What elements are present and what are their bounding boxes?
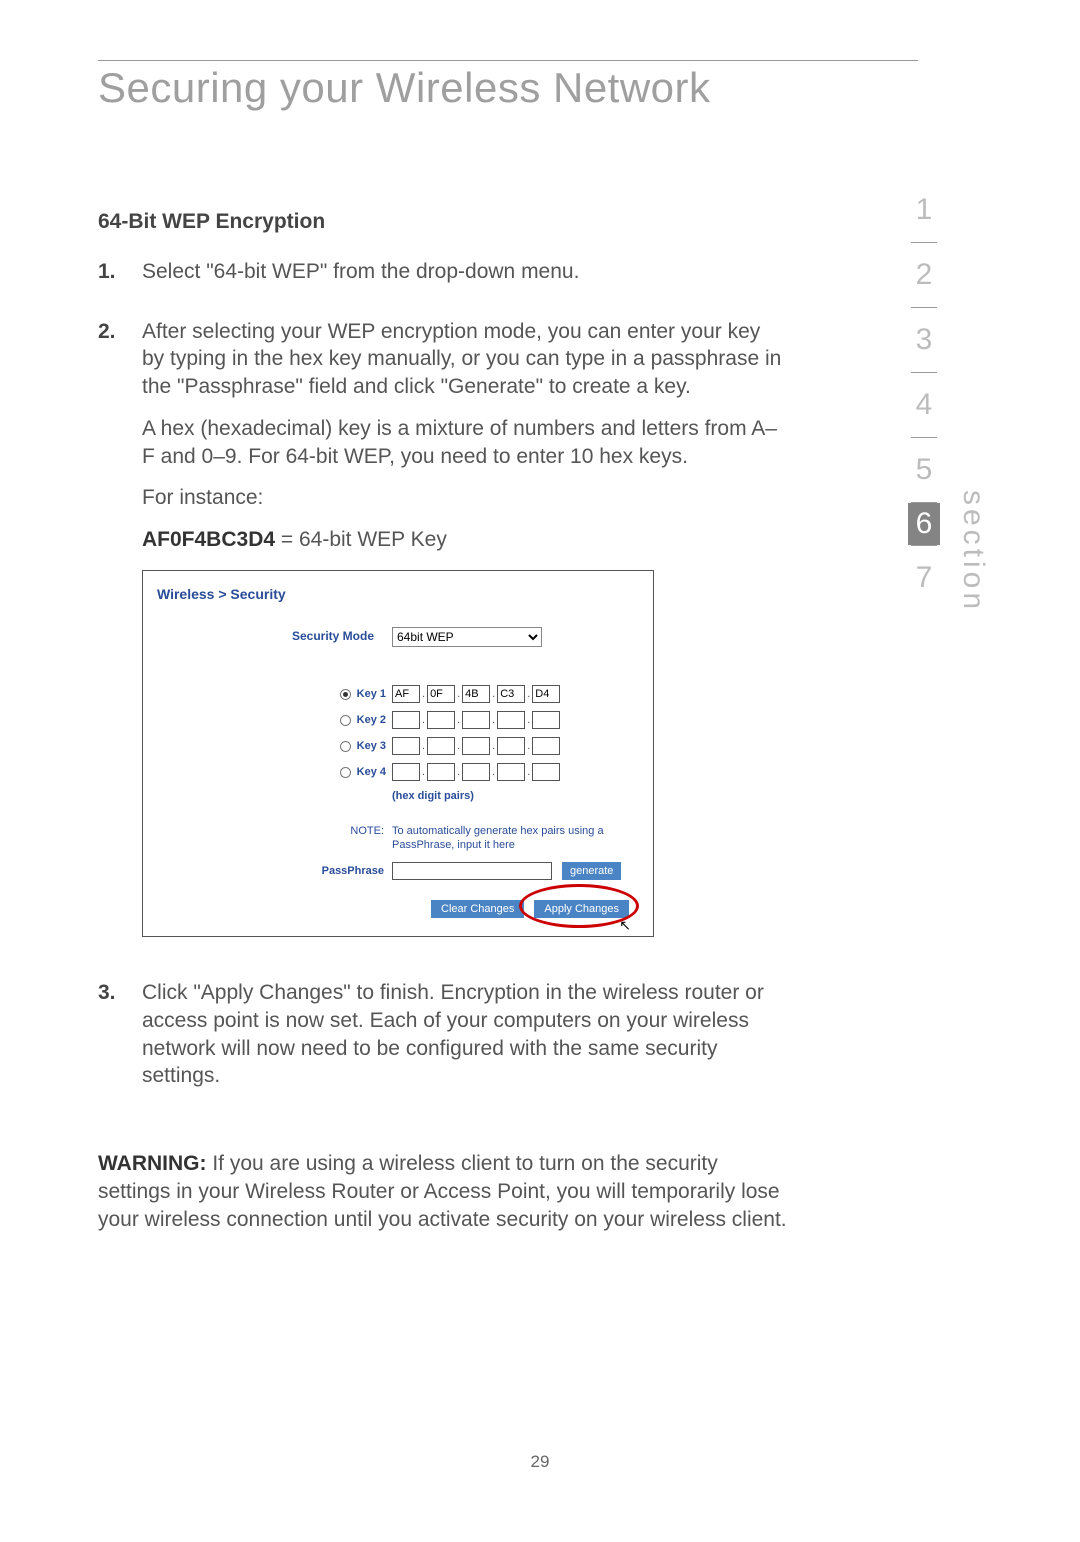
- key-label: Key 4: [357, 765, 386, 780]
- security-mode-row: Security Mode 64bit WEP: [157, 627, 639, 647]
- key-4-hex-5[interactable]: [532, 763, 560, 781]
- key-1-radio[interactable]: [340, 689, 351, 700]
- security-mode-select[interactable]: 64bit WEP: [392, 627, 542, 647]
- key-3-row: Key 3 . . . .: [157, 737, 639, 755]
- section-nav-4[interactable]: 4: [916, 373, 933, 437]
- key-3-hex-4[interactable]: [497, 737, 525, 755]
- example-key: AF0F4BC3D4 = 64-bit WEP Key: [142, 526, 788, 554]
- security-mode-label: Security Mode: [157, 629, 392, 645]
- key-2-hex-2[interactable]: [427, 711, 455, 729]
- clear-changes-button[interactable]: Clear Changes: [431, 900, 524, 918]
- key-3-radio[interactable]: [340, 741, 351, 752]
- key-1-hex-2[interactable]: [427, 685, 455, 703]
- generate-button[interactable]: generate: [562, 862, 621, 880]
- key-2-row: Key 2 . . . .: [157, 711, 639, 729]
- note-label: NOTE:: [157, 824, 392, 853]
- note-row: NOTE: To automatically generate hex pair…: [157, 824, 639, 853]
- key-1-hex-3[interactable]: [462, 685, 490, 703]
- section-label: section: [956, 490, 990, 613]
- key-4-hex-1[interactable]: [392, 763, 420, 781]
- key-2-radio[interactable]: [340, 715, 351, 726]
- step-number: 3.: [98, 979, 142, 1104]
- key-1-hex-4[interactable]: [497, 685, 525, 703]
- step-2: 2. After selecting your WEP encryption m…: [98, 318, 788, 962]
- section-nav-6[interactable]: 6: [908, 503, 940, 545]
- section-nav-2[interactable]: 2: [916, 243, 933, 307]
- button-row: Clear Changes Apply Changes ↖: [157, 900, 639, 918]
- key-3-hex-1[interactable]: [392, 737, 420, 755]
- step-text: After selecting your WEP encryption mode…: [142, 318, 788, 401]
- key-3-hex-2[interactable]: [427, 737, 455, 755]
- key-label: Key 2: [357, 713, 386, 728]
- passphrase-row: PassPhrase generate: [157, 862, 639, 880]
- router-config-panel: Wireless > Security Security Mode 64bit …: [142, 570, 654, 938]
- key-4-row: Key 4 . . . .: [157, 763, 639, 781]
- key-label: Key 1: [357, 687, 386, 702]
- key-2-hex-1[interactable]: [392, 711, 420, 729]
- section-nav-1[interactable]: 1: [916, 178, 933, 242]
- section-nav-5[interactable]: 5: [916, 438, 933, 502]
- passphrase-label: PassPhrase: [157, 864, 392, 879]
- key-label: Key 3: [357, 739, 386, 754]
- key-1-hex-1[interactable]: [392, 685, 420, 703]
- title-divider: [98, 60, 918, 61]
- key-2-hex-4[interactable]: [497, 711, 525, 729]
- page-number: 29: [0, 1452, 1080, 1472]
- key-4-hex-4[interactable]: [497, 763, 525, 781]
- instruction-list: 1. Select "64-bit WEP" from the drop-dow…: [98, 258, 788, 1104]
- section-nav-3[interactable]: 3: [916, 308, 933, 372]
- step-text: Select "64-bit WEP" from the drop-down m…: [142, 258, 788, 286]
- step-text: Click "Apply Changes" to finish. Encrypt…: [142, 979, 788, 1090]
- apply-changes-button[interactable]: Apply Changes: [534, 900, 629, 918]
- hex-pairs-note: (hex digit pairs): [392, 789, 639, 804]
- key-3-hex-5[interactable]: [532, 737, 560, 755]
- section-nav-7[interactable]: 7: [916, 546, 933, 610]
- key-3-hex-3[interactable]: [462, 737, 490, 755]
- step-text: For instance:: [142, 484, 788, 512]
- key-1-hex-5[interactable]: [532, 685, 560, 703]
- step-text: A hex (hexadecimal) key is a mixture of …: [142, 415, 788, 470]
- main-content: 64-Bit WEP Encryption 1. Select "64-bit …: [98, 210, 788, 1233]
- key-2-hex-3[interactable]: [462, 711, 490, 729]
- section-nav: 1 2 3 4 5 6 7: [906, 178, 942, 610]
- key-4-hex-3[interactable]: [462, 763, 490, 781]
- key-4-hex-2[interactable]: [427, 763, 455, 781]
- passphrase-input[interactable]: [392, 862, 552, 880]
- step-3: 3. Click "Apply Changes" to finish. Encr…: [98, 979, 788, 1104]
- cursor-icon: ↖: [619, 916, 631, 934]
- key-4-radio[interactable]: [340, 767, 351, 778]
- key-1-row: Key 1 . . . .: [157, 685, 639, 703]
- key-2-hex-5[interactable]: [532, 711, 560, 729]
- step-1: 1. Select "64-bit WEP" from the drop-dow…: [98, 258, 788, 300]
- step-number: 2.: [98, 318, 142, 962]
- step-number: 1.: [98, 258, 142, 300]
- subheading: 64-Bit WEP Encryption: [98, 210, 788, 234]
- note-text: To automatically generate hex pairs usin…: [392, 824, 639, 853]
- warning-paragraph: WARNING: If you are using a wireless cli…: [98, 1150, 788, 1233]
- page-title: Securing your Wireless Network: [98, 64, 711, 112]
- breadcrumb: Wireless > Security: [157, 585, 639, 603]
